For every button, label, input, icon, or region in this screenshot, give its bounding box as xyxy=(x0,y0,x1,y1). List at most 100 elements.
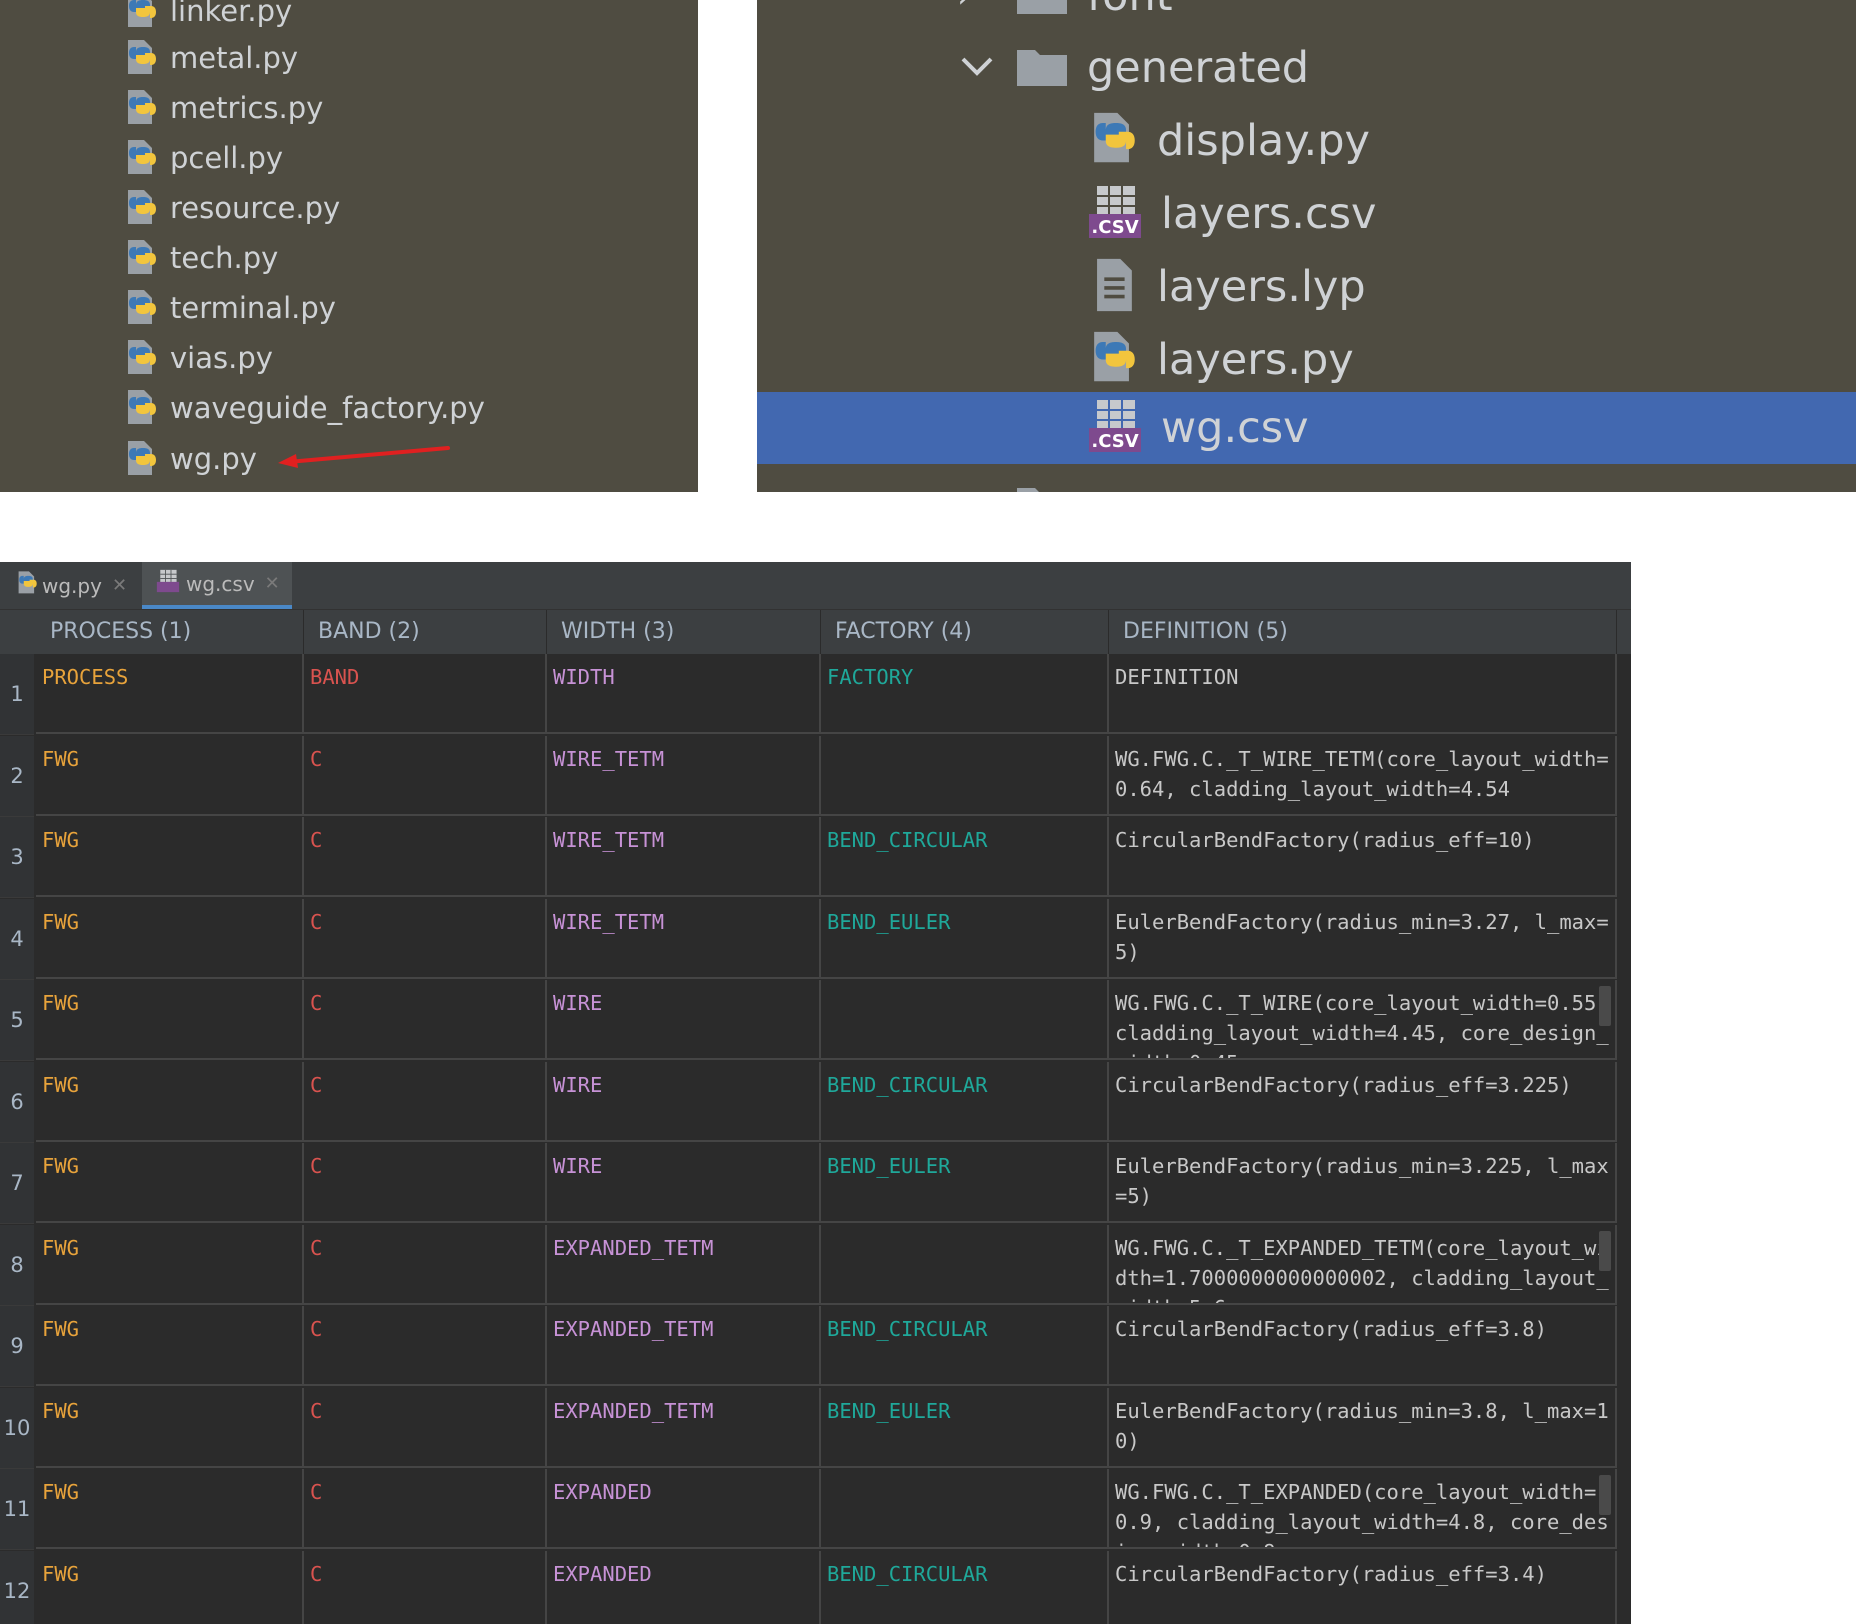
tab-wg-py[interactable]: wg.py ✕ xyxy=(10,562,146,609)
cell-definition[interactable]: DEFINITION xyxy=(1109,654,1617,734)
cell-width[interactable]: WIRE xyxy=(547,1061,821,1142)
tree-item-metal[interactable]: metal.py xyxy=(124,33,298,83)
tree-item-layers-csv[interactable]: .CSV layers.csv xyxy=(1087,178,1376,250)
row-number[interactable]: 5 xyxy=(0,980,34,1061)
tree-item-wg-py[interactable]: wg.py xyxy=(124,434,257,484)
cell-width[interactable]: WIRE xyxy=(547,1143,821,1223)
cell-definition[interactable]: WG.FWG.C._T_EXPANDED_TETM(core_layout_wi… xyxy=(1109,1224,1617,1305)
tree-item-wg-csv[interactable]: .CSV wg.csv xyxy=(757,392,1856,464)
cell-width[interactable]: EXPANDED_TETM xyxy=(547,1387,821,1468)
column-header-factory[interactable]: FACTORY (4) xyxy=(821,610,1109,654)
tree-item-pcell[interactable]: pcell.py xyxy=(124,133,283,183)
tree-item-waveguide-factory[interactable]: waveguide_factory.py xyxy=(124,383,485,433)
cell-factory[interactable]: BEND_EULER xyxy=(821,1143,1109,1223)
cell-process[interactable]: FWG xyxy=(36,1143,304,1223)
cell-width[interactable]: WIRE xyxy=(547,980,821,1060)
cell-width[interactable]: WIRE_TETM xyxy=(547,898,821,979)
cell-width[interactable]: EXPANDED_TETM xyxy=(547,1306,821,1386)
row-number[interactable]: 6 xyxy=(0,1061,34,1143)
cell-process[interactable]: FWG xyxy=(36,1306,304,1386)
cell-factory[interactable] xyxy=(821,1469,1109,1549)
cell-factory[interactable]: BEND_CIRCULAR xyxy=(821,817,1109,897)
cell-process[interactable]: FWG xyxy=(36,1387,304,1468)
cell-factory[interactable] xyxy=(821,980,1109,1060)
cell-definition[interactable]: EulerBendFactory(radius_min=3.27, l_max=… xyxy=(1109,898,1617,979)
cell-band[interactable]: C xyxy=(304,817,547,897)
tree-folder-generated[interactable]: generated xyxy=(957,32,1309,104)
row-number[interactable]: 9 xyxy=(0,1306,34,1387)
cell-definition[interactable]: CircularBendFactory(radius_eff=3.225) xyxy=(1109,1061,1617,1142)
tree-item-display-py[interactable]: display.py xyxy=(1087,105,1370,177)
cell-factory[interactable]: FACTORY xyxy=(821,654,1109,734)
cell-band[interactable]: C xyxy=(304,1224,547,1305)
cell-definition[interactable]: CircularBendFactory(radius_eff=10) xyxy=(1109,817,1617,897)
cell-definition[interactable]: EulerBendFactory(radius_min=3.8, l_max=1… xyxy=(1109,1387,1617,1468)
tree-item-layers-lyp[interactable]: layers.lyp xyxy=(1087,251,1366,323)
tree-item-linker[interactable]: linker.py xyxy=(124,0,292,36)
cell-band[interactable]: BAND xyxy=(304,654,547,734)
cell-band[interactable]: C xyxy=(304,1143,547,1223)
tree-folder-partial[interactable]: › xyxy=(957,470,1069,492)
row-number[interactable]: 8 xyxy=(0,1224,34,1306)
cell-band[interactable]: C xyxy=(304,898,547,979)
row-number[interactable]: 1 xyxy=(0,654,34,735)
cell-definition[interactable]: WG.FWG.C._T_EXPANDED(core_layout_width=0… xyxy=(1109,1469,1617,1549)
cell-factory[interactable]: BEND_CIRCULAR xyxy=(821,1061,1109,1142)
column-header-width[interactable]: WIDTH (3) xyxy=(547,610,821,654)
row-number[interactable]: 2 xyxy=(0,735,34,817)
cell-band[interactable]: C xyxy=(304,1550,547,1624)
cell-process[interactable]: FWG xyxy=(36,1550,304,1624)
cell-band[interactable]: C xyxy=(304,980,547,1060)
tree-item-metrics[interactable]: metrics.py xyxy=(124,83,323,133)
cell-definition[interactable]: CircularBendFactory(radius_eff=3.8) xyxy=(1109,1306,1617,1386)
cell-definition[interactable]: WG.FWG.C._T_WIRE(core_layout_width=0.55,… xyxy=(1109,980,1617,1060)
cell-factory[interactable]: BEND_EULER xyxy=(821,898,1109,979)
cell-width[interactable]: WIRE_TETM xyxy=(547,817,821,897)
tree-item-tech[interactable]: tech.py xyxy=(124,233,278,283)
row-number[interactable]: 12 xyxy=(0,1550,34,1624)
cell-width[interactable]: EXPANDED_TETM xyxy=(547,1224,821,1305)
row-number[interactable]: 11 xyxy=(0,1469,34,1550)
cell-scrollbar[interactable] xyxy=(1599,1475,1611,1515)
cell-band[interactable]: C xyxy=(304,1306,547,1386)
cell-band[interactable]: C xyxy=(304,1061,547,1142)
cell-process[interactable]: FWG xyxy=(36,980,304,1060)
row-number[interactable]: 7 xyxy=(0,1143,34,1224)
cell-process[interactable]: PROCESS xyxy=(36,654,304,734)
column-header-process[interactable]: PROCESS (1) xyxy=(36,610,304,654)
cell-band[interactable]: C xyxy=(304,735,547,816)
close-icon[interactable]: ✕ xyxy=(112,575,127,596)
cell-scrollbar[interactable] xyxy=(1599,986,1611,1026)
tree-item-vias[interactable]: vias.py xyxy=(124,333,273,383)
cell-factory[interactable]: BEND_CIRCULAR xyxy=(821,1306,1109,1386)
chevron-right-icon[interactable]: › xyxy=(957,486,997,492)
cell-width[interactable]: WIRE_TETM xyxy=(547,735,821,816)
cell-process[interactable]: FWG xyxy=(36,1224,304,1305)
cell-definition[interactable]: WG.FWG.C._T_WIRE_TETM(core_layout_width=… xyxy=(1109,735,1617,816)
cell-definition[interactable]: CircularBendFactory(radius_eff=3.4) xyxy=(1109,1550,1617,1624)
cell-band[interactable]: C xyxy=(304,1469,547,1549)
cell-process[interactable]: FWG xyxy=(36,898,304,979)
cell-band[interactable]: C xyxy=(304,1387,547,1468)
cell-factory[interactable]: BEND_CIRCULAR xyxy=(821,1550,1109,1624)
cell-factory[interactable]: BEND_EULER xyxy=(821,1387,1109,1468)
cell-definition[interactable]: EulerBendFactory(radius_min=3.225, l_max… xyxy=(1109,1143,1617,1223)
cell-process[interactable]: FWG xyxy=(36,1061,304,1142)
cell-process[interactable]: FWG xyxy=(36,1469,304,1549)
column-header-definition[interactable]: DEFINITION (5) xyxy=(1109,610,1617,654)
tree-folder-font[interactable]: › font xyxy=(957,0,1173,32)
chevron-down-icon[interactable] xyxy=(957,51,997,85)
chevron-right-icon[interactable]: › xyxy=(957,0,997,16)
cell-process[interactable]: FWG xyxy=(36,735,304,816)
column-header-band[interactable]: BAND (2) xyxy=(304,610,547,654)
cell-width[interactable]: WIDTH xyxy=(547,654,821,734)
cell-factory[interactable] xyxy=(821,1224,1109,1305)
cell-width[interactable]: EXPANDED xyxy=(547,1550,821,1624)
cell-scrollbar[interactable] xyxy=(1599,1230,1611,1271)
cell-width[interactable]: EXPANDED xyxy=(547,1469,821,1549)
tree-item-resource[interactable]: resource.py xyxy=(124,183,340,233)
row-number[interactable]: 3 xyxy=(0,817,34,898)
tree-item-terminal[interactable]: terminal.py xyxy=(124,283,336,333)
row-number[interactable]: 4 xyxy=(0,898,34,980)
tab-wg-csv[interactable]: wg.csv ✕ xyxy=(142,562,292,609)
